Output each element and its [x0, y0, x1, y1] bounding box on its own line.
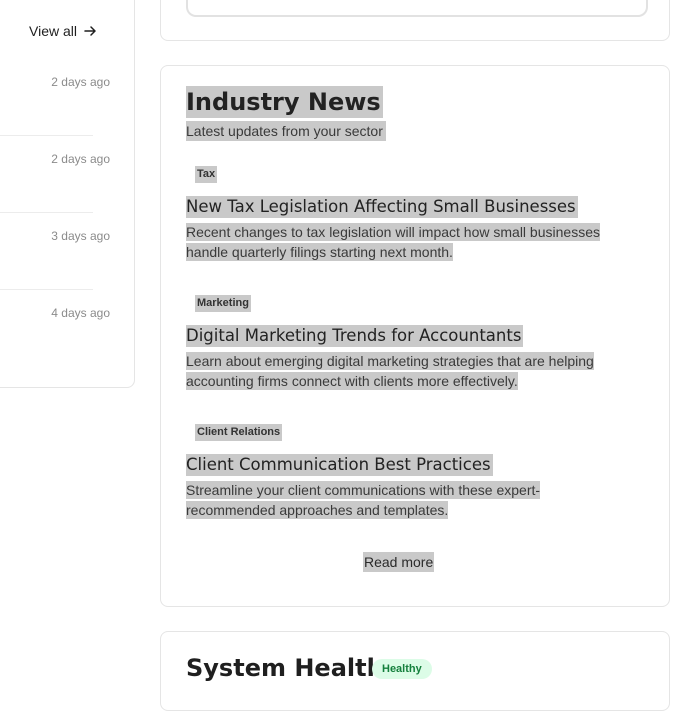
divider [0, 212, 93, 213]
article-description-line: accounting firms connect with clients mo… [186, 372, 518, 390]
activity-time: 3 days ago [51, 229, 110, 243]
article-description-line: handle quarterly filings starting next m… [186, 243, 453, 261]
view-all-label: View all [29, 23, 77, 39]
system-health-card: System Health Healthy [160, 631, 670, 711]
news-article[interactable]: Marketing Digital Marketing Trends for A… [186, 293, 636, 391]
article-description: Recent changes to tax legislation will i… [186, 222, 636, 262]
article-title[interactable]: Client Communication Best Practices [186, 454, 493, 476]
view-all-link[interactable]: View all [29, 23, 97, 39]
read-more-link[interactable]: Read more [363, 552, 435, 572]
article-description-line: Streamline your client communications wi… [186, 481, 541, 499]
article-title[interactable]: Digital Marketing Trends for Accountants [186, 325, 524, 347]
divider [0, 289, 93, 290]
arrow-right-icon [84, 26, 96, 36]
news-title: Industry News [186, 86, 383, 118]
activity-time: 4 days ago [51, 306, 110, 320]
article-description-line: Recent changes to tax legislation will i… [186, 223, 600, 241]
news-article[interactable]: Tax New Tax Legislation Affecting Small … [186, 164, 636, 262]
top-card [160, 0, 670, 41]
news-article[interactable]: Client Relations Client Communication Be… [186, 422, 636, 520]
activity-time: 2 days ago [51, 152, 110, 166]
article-description-line: Learn about emerging digital marketing s… [186, 352, 594, 370]
industry-news-card: Industry News Latest updates from your s… [160, 65, 670, 607]
article-tag: Client Relations [195, 424, 283, 441]
input-box [186, 0, 648, 17]
article-description: Learn about emerging digital marketing s… [186, 351, 636, 391]
system-health-title: System Health [186, 654, 384, 682]
status-badge: Healthy [372, 659, 432, 679]
recent-activity-card: View all 2 days ago 2 days ago 3 days ag… [0, 0, 135, 388]
article-description-line: recommended approaches and templates. [186, 501, 449, 519]
article-title[interactable]: New Tax Legislation Affecting Small Busi… [186, 196, 578, 218]
news-subtitle: Latest updates from your sector [186, 121, 386, 141]
article-description: Streamline your client communications wi… [186, 480, 636, 520]
article-tag: Marketing [195, 295, 251, 312]
article-tag: Tax [195, 166, 218, 183]
divider [0, 135, 93, 136]
activity-time: 2 days ago [51, 75, 110, 89]
